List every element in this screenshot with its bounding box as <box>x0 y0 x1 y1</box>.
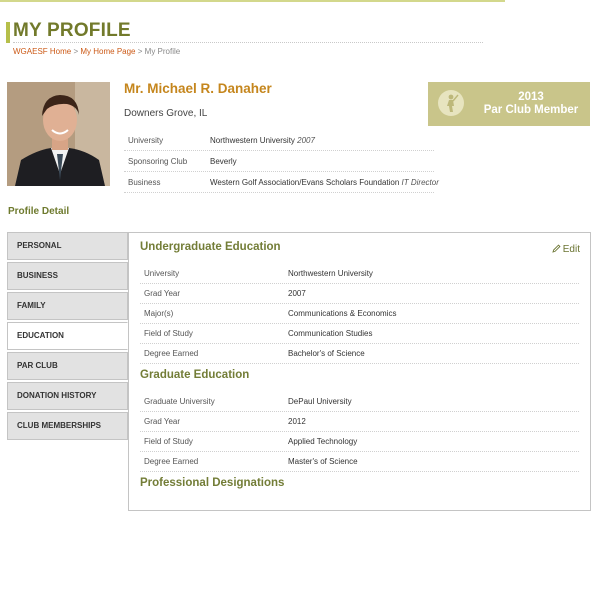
pencil-icon <box>552 244 561 253</box>
member-location: Downers Grove, IL <box>124 108 208 119</box>
edit-button[interactable]: Edit <box>552 244 580 255</box>
profile-summary-table: University Northwestern University 2007 … <box>124 130 439 193</box>
field-label: Degree Earned <box>144 349 199 358</box>
par-club-year: 2013 <box>518 91 544 103</box>
field-label: Major(s) <box>144 309 174 318</box>
table-row: Grad Year 2007 <box>140 283 579 304</box>
tab-donation-history[interactable]: DONATION HISTORY <box>7 382 128 410</box>
field-label: Field of Study <box>144 329 193 338</box>
page-title: MY PROFILE <box>13 20 131 41</box>
member-name: Mr. Michael R. Danaher <box>124 81 272 96</box>
summary-value: Northwestern University 2007 <box>210 136 315 145</box>
graduate-education-heading: Graduate Education <box>140 369 250 381</box>
field-label: Grad Year <box>144 417 181 426</box>
top-divider <box>0 0 505 2</box>
field-value: Northwestern University <box>288 269 373 278</box>
breadcrumb-separator: > <box>73 47 79 56</box>
summary-row-business: Business Western Golf Association/Evans … <box>124 172 439 193</box>
field-value: Communication Studies <box>288 329 373 338</box>
field-label: Degree Earned <box>144 457 199 466</box>
field-label: University <box>144 269 180 278</box>
title-divider <box>13 42 483 43</box>
breadcrumb-my-home-link[interactable]: My Home Page <box>80 47 135 56</box>
field-label: Grad Year <box>144 289 181 298</box>
profile-detail-title: Profile Detail <box>8 206 70 217</box>
field-value: 2007 <box>288 289 306 298</box>
field-value: Communications & Economics <box>288 309 397 318</box>
education-panel: Undergraduate Education Edit University … <box>128 232 591 511</box>
field-value: 2012 <box>288 417 306 426</box>
summary-row-sponsoring-club: Sponsoring Club Beverly <box>124 151 434 172</box>
field-value: DePaul University <box>288 397 352 406</box>
summary-label: Business <box>128 178 161 187</box>
table-row: University Northwestern University <box>140 263 579 284</box>
breadcrumb-home-link[interactable]: WGAESF Home <box>13 47 71 56</box>
tab-personal[interactable]: PERSONAL <box>7 232 128 260</box>
title-accent-bar <box>6 22 10 43</box>
edit-label: Edit <box>562 244 580 255</box>
par-club-badge: 2013 Par Club Member <box>428 82 590 126</box>
tab-business[interactable]: BUSINESS <box>7 262 128 290</box>
professional-designations-heading: Professional Designations <box>140 477 285 489</box>
profile-photo-portrait <box>7 82 110 186</box>
table-row: Degree Earned Master's of Science <box>140 451 579 472</box>
field-value: Bachelor's of Science <box>288 349 365 358</box>
tab-par-club[interactable]: PAR CLUB <box>7 352 128 380</box>
breadcrumb-separator: > <box>137 47 143 56</box>
table-row: Field of Study Communication Studies <box>140 323 579 344</box>
field-label: Field of Study <box>144 437 193 446</box>
par-club-logo-icon <box>438 90 464 116</box>
field-value: Master's of Science <box>288 457 358 466</box>
summary-value: Western Golf Association/Evans Scholars … <box>210 178 439 187</box>
field-value: Applied Technology <box>288 437 358 446</box>
table-row: Graduate University DePaul University <box>140 391 579 412</box>
table-row: Major(s) Communications & Economics <box>140 303 579 324</box>
summary-value: Beverly <box>210 157 237 166</box>
field-label: Graduate University <box>144 397 215 406</box>
tab-family[interactable]: FAMILY <box>7 292 128 320</box>
profile-photo <box>7 82 110 186</box>
par-club-label: Par Club Member <box>483 104 579 116</box>
profile-tabs: PERSONAL BUSINESS FAMILY EDUCATION PAR C… <box>7 232 128 442</box>
breadcrumb: WGAESF Home > My Home Page > My Profile <box>13 47 180 56</box>
table-row: Degree Earned Bachelor's of Science <box>140 343 579 364</box>
tab-education[interactable]: EDUCATION <box>7 322 128 350</box>
tab-club-memberships[interactable]: CLUB MEMBERSHIPS <box>7 412 128 440</box>
breadcrumb-current: My Profile <box>144 47 181 56</box>
table-row: Grad Year 2012 <box>140 411 579 432</box>
summary-label: University <box>128 136 164 145</box>
summary-row-university: University Northwestern University 2007 <box>124 130 434 151</box>
undergraduate-education-heading: Undergraduate Education <box>140 241 281 253</box>
summary-label: Sponsoring Club <box>128 157 188 166</box>
table-row: Field of Study Applied Technology <box>140 431 579 452</box>
